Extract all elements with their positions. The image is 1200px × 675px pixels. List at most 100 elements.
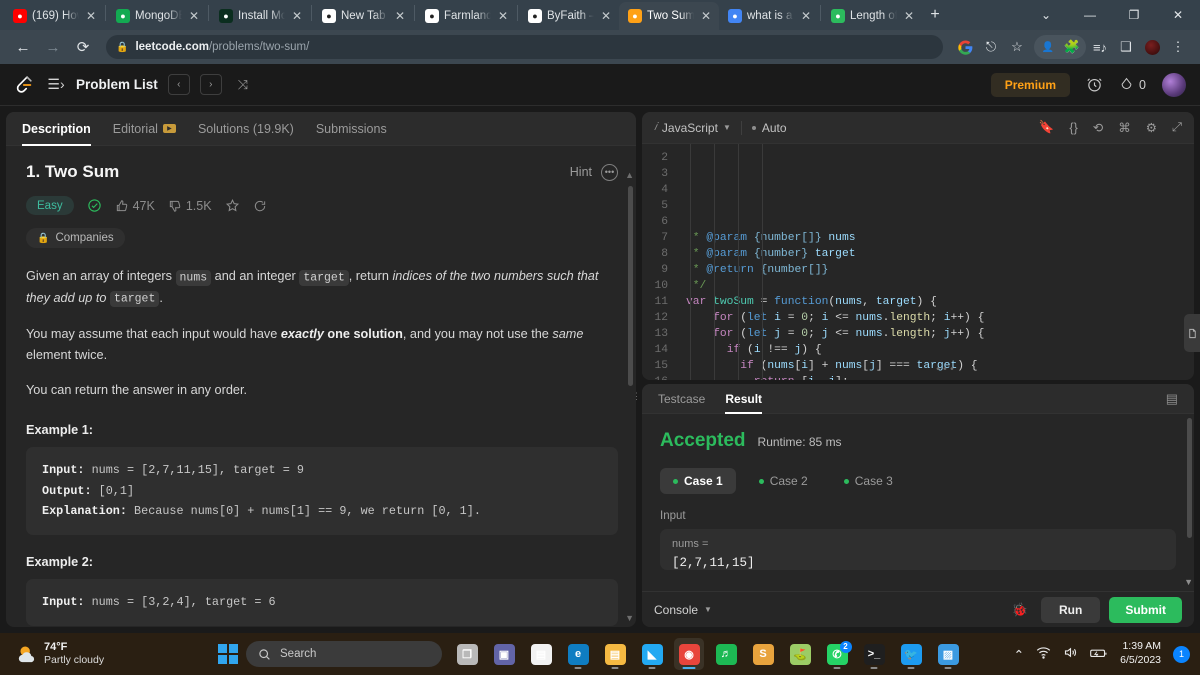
notification-badge[interactable]: 1 <box>1173 645 1190 663</box>
tab-close-icon[interactable]: ✕ <box>290 9 304 23</box>
photos-taskbar-button[interactable]: ▨ <box>933 638 963 670</box>
companies-badge[interactable]: 🔒 Companies <box>26 228 125 248</box>
task-view-taskbar-button[interactable]: ❐ <box>452 638 482 670</box>
tab-close-icon[interactable]: ✕ <box>699 9 713 23</box>
browser-tab[interactable]: ● (169) How ✕ <box>4 2 104 30</box>
volume-icon[interactable] <box>1063 646 1078 662</box>
taskbar-clock[interactable]: 1:39 AM 6/5/2023 <box>1120 640 1161 667</box>
tab-testcase[interactable]: Testcase <box>658 384 705 414</box>
dislike-button[interactable]: 1.5K <box>168 199 212 213</box>
split-layout-icon[interactable]: ▤ <box>1166 391 1178 407</box>
alarm-clock-icon[interactable] <box>1086 76 1103 93</box>
autocomplete-toggle[interactable]: Auto <box>751 121 787 135</box>
restore-button[interactable]: ❐ <box>1112 0 1156 30</box>
problem-list-label[interactable]: Problem List <box>76 77 158 92</box>
premium-button[interactable]: Premium <box>990 72 1071 97</box>
tab-close-icon[interactable]: ✕ <box>902 9 916 23</box>
sublime-text-taskbar-button[interactable]: S <box>748 638 778 670</box>
tab-close-icon[interactable]: ✕ <box>393 9 407 23</box>
bookmark-icon[interactable]: 🔖 <box>1039 120 1055 135</box>
favorite-star-icon[interactable] <box>225 198 240 213</box>
prev-problem-button[interactable]: ‹ <box>167 74 190 95</box>
avatar-icon[interactable] <box>1140 35 1164 59</box>
run-button[interactable]: Run <box>1041 596 1101 623</box>
tab-close-icon[interactable]: ✕ <box>84 9 98 23</box>
tab-description[interactable]: Description <box>22 112 91 146</box>
whatsapp-taskbar-button[interactable]: ✆ 2 <box>822 638 852 670</box>
submit-button[interactable]: Submit <box>1109 596 1182 623</box>
shortcuts-icon[interactable]: ⌘ <box>1118 120 1131 135</box>
browser-tab[interactable]: ● Farmland - ✕ <box>416 2 516 30</box>
browser-tab[interactable]: ● ByFaith — ✕ <box>519 2 619 30</box>
windows-start-icon[interactable] <box>218 644 238 664</box>
weather-widget[interactable]: 74°F Partly cloudy <box>0 641 104 668</box>
description-scroll[interactable]: 1. Two Sum Hint ••• Easy 47K 1.5K 🔒 Comp… <box>6 146 636 627</box>
testcase-chip[interactable]: Case 1 <box>660 468 736 494</box>
note-page-icon[interactable] <box>1184 314 1200 352</box>
scroll-up-arrow[interactable]: ▲ <box>625 170 634 180</box>
tab-submissions[interactable]: Submissions <box>316 112 387 146</box>
bookmark-star-icon[interactable]: ☆ <box>1005 35 1029 59</box>
reading-list-icon[interactable]: ≡♪ <box>1088 35 1112 59</box>
minimize-button[interactable]: — <box>1068 0 1112 30</box>
console-toggle[interactable]: Console ▼ <box>654 603 712 617</box>
profile-icon[interactable]: 👤 <box>1036 35 1060 59</box>
settings-gear-icon[interactable]: ⚙ <box>1146 120 1157 135</box>
leetcode-logo[interactable] <box>14 74 36 96</box>
spotify-taskbar-button[interactable]: ♬ <box>711 638 741 670</box>
testcase-chip[interactable]: Case 3 <box>831 468 906 494</box>
tab-close-icon[interactable]: ✕ <box>799 9 813 23</box>
browser-tab[interactable]: ● New Tab ✕ <box>313 2 413 30</box>
close-button[interactable]: ✕ <box>1156 0 1200 30</box>
tab-editorial[interactable]: Editorial ▶ <box>113 112 176 146</box>
format-braces-icon[interactable]: {} <box>1069 121 1077 135</box>
hint-button[interactable]: Hint ••• <box>570 163 618 181</box>
browser-tab[interactable]: ● Two Sum - ✕ <box>619 2 719 30</box>
browser-tab[interactable]: ● what is a s ✕ <box>719 2 819 30</box>
tab-solutions-19-9k[interactable]: Solutions (19.9K) <box>198 112 294 146</box>
file-explorer-taskbar-button[interactable]: ▤ <box>600 638 630 670</box>
difficulty-badge[interactable]: Easy <box>26 196 74 215</box>
next-problem-button[interactable]: › <box>199 74 222 95</box>
share-problem-icon[interactable] <box>253 199 267 213</box>
bug-icon[interactable]: 🐞 <box>1012 602 1028 618</box>
problem-list-menu-icon[interactable]: ☰› <box>46 76 66 93</box>
microsoft-store-taskbar-button[interactable]: ▤ <box>526 638 556 670</box>
testcase-chip[interactable]: Case 2 <box>746 468 821 494</box>
scroll-down-arrow[interactable]: ▼ <box>625 613 634 623</box>
tab-result[interactable]: Result <box>725 384 762 414</box>
result-scrollbar[interactable] <box>1187 418 1192 538</box>
like-button[interactable]: 47K <box>115 199 155 213</box>
shuffle-icon[interactable]: ⤨ <box>238 77 248 93</box>
teams-taskbar-button[interactable]: ▣ <box>489 638 519 670</box>
battery-icon[interactable] <box>1090 647 1108 662</box>
edge-taskbar-button[interactable]: e <box>563 638 593 670</box>
fullscreen-icon[interactable]: ⤢ <box>1172 120 1182 135</box>
google-icon[interactable] <box>953 35 977 59</box>
browser-tab[interactable]: ● Install Mon ✕ <box>210 2 310 30</box>
tab-close-icon[interactable]: ✕ <box>496 9 510 23</box>
reload-button[interactable]: ⟳ <box>70 34 96 60</box>
code-lines[interactable]: * @param {number[]} nums * @param {numbe… <box>676 144 1194 380</box>
panel-resize-handle[interactable]: ⋮ <box>632 392 641 414</box>
golf-taskbar-button[interactable]: ⛳ <box>785 638 815 670</box>
search-input[interactable]: Search <box>246 641 442 667</box>
reset-icon[interactable]: ⟲ <box>1093 120 1103 135</box>
streak-counter[interactable]: 0 <box>1119 76 1146 93</box>
tab-search-icon[interactable]: ⌄ <box>1024 0 1068 30</box>
extensions-icon[interactable]: 🧩 <box>1060 35 1084 59</box>
tab-close-icon[interactable]: ✕ <box>599 9 613 23</box>
share-icon[interactable]: ⎋ <box>979 35 1003 59</box>
result-scroll-down-arrow[interactable]: ▼ <box>1184 577 1193 587</box>
forward-button[interactable]: → <box>40 34 66 60</box>
twitter-taskbar-button[interactable]: 🐦 <box>896 638 926 670</box>
url-input[interactable]: 🔒 leetcode.com/problems/two-sum/ <box>106 35 943 59</box>
avatar[interactable] <box>1162 72 1186 97</box>
code-area[interactable]: 2 3 4 5 6 7 8 9 10 11 12 13 14 15 16 * @param {number[… <box>642 144 1194 380</box>
description-scrollbar[interactable] <box>628 186 633 386</box>
chevron-up-icon[interactable]: ⌃ <box>1014 647 1024 662</box>
vscode-taskbar-button[interactable]: ◣ <box>637 638 667 670</box>
browser-tab[interactable]: ● MongoDB ✕ <box>107 2 207 30</box>
chrome-taskbar-button[interactable]: ◉ <box>674 638 704 670</box>
browser-tab[interactable]: ● Length of ✕ <box>822 2 922 30</box>
